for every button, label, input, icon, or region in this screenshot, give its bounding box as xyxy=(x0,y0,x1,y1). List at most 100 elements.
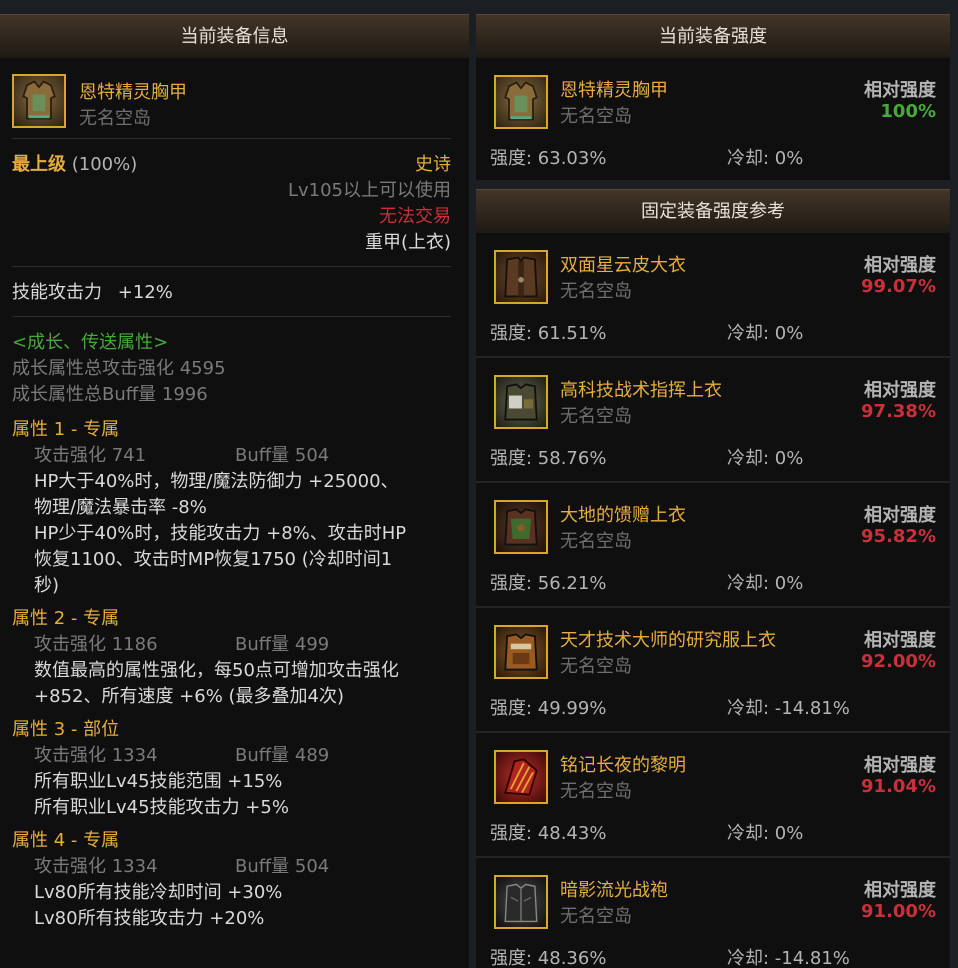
fixed-equipment-reference-panel: 固定装备强度参考 双面星云皮大衣 无名空岛 相对强度 99.07% 强度: 61… xyxy=(476,189,950,968)
equipment-row[interactable]: 高科技战术指挥上衣 无名空岛 相对强度 97.38% 强度: 58.76% 冷却… xyxy=(476,358,950,483)
skill-attack-value: +12% xyxy=(117,282,173,303)
item-source: 无名空岛 xyxy=(560,781,632,802)
cooldown-value: 冷却: 0% xyxy=(727,323,804,344)
equipment-row[interactable]: 大地的馈赠上衣 无名空岛 相对强度 95.82% 强度: 56.21% 冷却: … xyxy=(476,483,950,608)
chest-armor-icon[interactable] xyxy=(12,74,66,128)
relative-strength-value: 97.38% xyxy=(861,401,936,422)
attribute-line: HP少于40%时，技能攻击力 +8%、攻击时HP xyxy=(34,523,407,544)
attribute-buff: Buff量 499 xyxy=(235,634,330,655)
skill-attack-line: 技能攻击力 +12% xyxy=(12,280,173,306)
attribute-title: 属性 1 - 专属 xyxy=(12,419,120,440)
current-equipment-strength-panel: 当前装备强度 恩特精灵胸甲 无名空岛 相对强度 100% 强度: 63.03% … xyxy=(476,14,950,180)
relative-strength-label: 相对强度 xyxy=(864,255,936,276)
grade-label: 最上级 xyxy=(12,154,66,175)
attribute-line: Lv80所有技能攻击力 +20% xyxy=(34,908,265,929)
item-source: 无名空岛 xyxy=(560,906,632,927)
grade-percent: (100%) xyxy=(71,154,138,175)
relative-strength-value: 100% xyxy=(880,101,936,122)
item-source: 无名空岛 xyxy=(560,106,632,127)
equipment-row[interactable]: 铭记长夜的黎明 无名空岛 相对强度 91.04% 强度: 48.43% 冷却: … xyxy=(476,733,950,858)
strength-value: 强度: 56.21% xyxy=(490,573,607,594)
tactical-vest-icon xyxy=(494,375,548,429)
attribute-attack: 攻击强化 1186 xyxy=(34,634,158,655)
coat-icon xyxy=(494,250,548,304)
dawn-robe-icon xyxy=(494,750,548,804)
armor-type: 重甲(上衣) xyxy=(364,232,451,253)
strength-value: 强度: 58.76% xyxy=(490,448,607,469)
lab-suit-icon xyxy=(494,625,548,679)
relative-strength-value: 92.00% xyxy=(861,651,936,672)
relative-strength-value: 95.82% xyxy=(861,526,936,547)
cooldown-value: 冷却: 0% xyxy=(727,148,804,169)
divider xyxy=(12,138,451,139)
attribute-buff: Buff量 489 xyxy=(235,745,330,766)
relative-strength-label: 相对强度 xyxy=(864,630,936,651)
attribute-line: 物理/魔法暴击率 -8% xyxy=(34,497,207,518)
cooldown-value: 冷却: 0% xyxy=(727,573,804,594)
skill-attack-label: 技能攻击力 xyxy=(12,282,102,303)
attribute-line: 所有职业Lv45技能攻击力 +5% xyxy=(34,797,289,818)
rarity: 史诗 xyxy=(415,154,451,175)
item-source: 无名空岛 xyxy=(560,406,632,427)
equipment-row[interactable]: 天才技术大师的研究服上衣 无名空岛 相对强度 92.00% 强度: 49.99%… xyxy=(476,608,950,733)
cooldown-value: 冷却: -14.81% xyxy=(727,948,850,968)
strength-value: 强度: 61.51% xyxy=(490,323,607,344)
panel-title: 当前装备信息 xyxy=(0,14,469,58)
attribute-buff: Buff量 504 xyxy=(235,445,330,466)
divider xyxy=(12,316,451,317)
item-name: 双面星云皮大衣 xyxy=(560,255,686,276)
attribute-line: 秒) xyxy=(34,575,60,596)
panel-title: 固定装备强度参考 xyxy=(476,189,950,233)
equipment-row[interactable]: 暗影流光战袍 无名空岛 相对强度 91.00% 强度: 48.36% 冷却: -… xyxy=(476,858,950,968)
attribute-line: +852、所有速度 +6% (最多叠加4次) xyxy=(34,686,345,707)
item-name: 高科技战术指挥上衣 xyxy=(560,380,722,401)
shadow-robe-icon xyxy=(494,875,548,929)
item-name: 恩特精灵胸甲 xyxy=(79,82,187,103)
grade-line: 最上级 (100%) xyxy=(12,152,137,178)
cooldown-value: 冷却: 0% xyxy=(727,823,804,844)
attribute-line: HP大于40%时，物理/魔法防御力 +25000、 xyxy=(34,471,399,492)
divider xyxy=(12,266,451,267)
relative-strength-value: 99.07% xyxy=(861,276,936,297)
item-source: 无名空岛 xyxy=(79,108,151,129)
item-source: 无名空岛 xyxy=(560,281,632,302)
panel-title: 当前装备强度 xyxy=(476,14,950,58)
item-source: 无名空岛 xyxy=(560,531,632,552)
attribute-attack: 攻击强化 741 xyxy=(34,445,147,466)
equipment-row[interactable]: 双面星云皮大衣 无名空岛 相对强度 99.07% 强度: 61.51% 冷却: … xyxy=(476,233,950,358)
equipment-row[interactable]: 恩特精灵胸甲 无名空岛 相对强度 100% 强度: 63.03% 冷却: 0% xyxy=(476,58,950,180)
cooldown-value: 冷却: -14.81% xyxy=(727,698,850,719)
strength-value: 强度: 48.36% xyxy=(490,948,607,968)
growth-total-attack: 成长属性总攻击强化 4595 xyxy=(12,358,226,379)
attribute-title: 属性 2 - 专属 xyxy=(12,608,120,629)
level-requirement: Lv105以上可以使用 xyxy=(287,180,451,201)
earth-armor-icon xyxy=(494,500,548,554)
chest-armor-icon xyxy=(494,75,548,129)
attribute-attack: 攻击强化 1334 xyxy=(34,856,158,877)
growth-total-buff: 成长属性总Buff量 1996 xyxy=(12,384,208,405)
item-name: 暗影流光战袍 xyxy=(560,880,668,901)
strength-value: 强度: 63.03% xyxy=(490,148,607,169)
relative-strength-value: 91.04% xyxy=(861,776,936,797)
item-name: 大地的馈赠上衣 xyxy=(560,505,686,526)
relative-strength-label: 相对强度 xyxy=(864,755,936,776)
cooldown-value: 冷却: 0% xyxy=(727,448,804,469)
attribute-line: 所有职业Lv45技能范围 +15% xyxy=(34,771,283,792)
relative-strength-label: 相对强度 xyxy=(864,505,936,526)
attribute-title: 属性 3 - 部位 xyxy=(12,719,120,740)
attribute-line: Lv80所有技能冷却时间 +30% xyxy=(34,882,283,903)
attribute-line: 恢复1100、攻击时MP恢复1750 (冷却时间1 xyxy=(34,549,393,570)
attribute-title: 属性 4 - 专属 xyxy=(12,830,120,851)
item-name: 天才技术大师的研究服上衣 xyxy=(560,630,776,651)
relative-strength-value: 91.00% xyxy=(861,901,936,922)
trade-status: 无法交易 xyxy=(379,206,451,227)
growth-header: <成长、传送属性> xyxy=(12,332,169,353)
item-name: 恩特精灵胸甲 xyxy=(560,80,668,101)
item-name: 铭记长夜的黎明 xyxy=(560,755,686,776)
relative-strength-label: 相对强度 xyxy=(864,880,936,901)
relative-strength-label: 相对强度 xyxy=(864,380,936,401)
relative-strength-label: 相对强度 xyxy=(864,80,936,101)
strength-value: 强度: 48.43% xyxy=(490,823,607,844)
item-source: 无名空岛 xyxy=(560,656,632,677)
attribute-buff: Buff量 504 xyxy=(235,856,330,877)
